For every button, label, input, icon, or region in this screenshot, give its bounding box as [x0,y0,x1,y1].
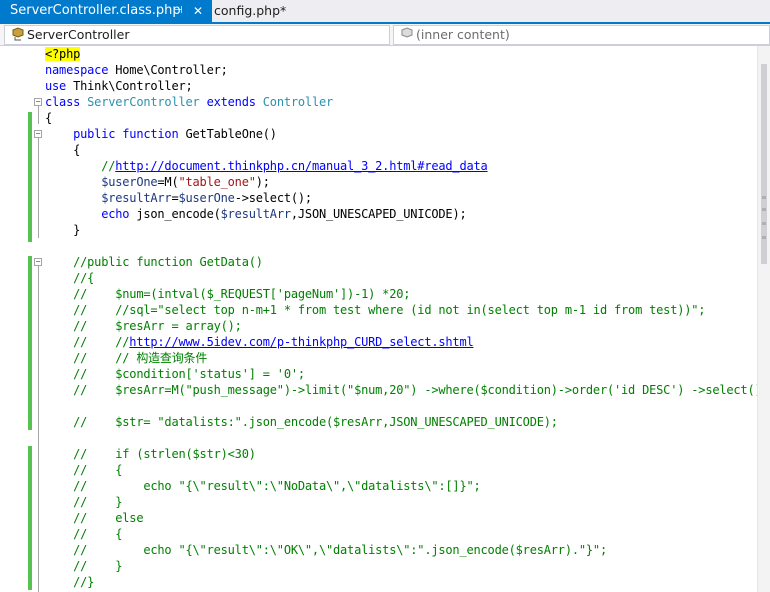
close-icon[interactable]: ✕ [193,0,203,22]
fold-guide [38,106,39,124]
code-line: public function GetTableOne() [45,127,277,141]
code-editor[interactable]: − − − <?php namespace Home\Controller; u… [0,46,770,592]
code-line: // $str= "datalists:".json_encode($resAr… [45,415,558,429]
change-indicator [28,446,32,590]
code-line: // { [45,527,123,541]
code-line: // } [45,559,123,573]
code-line: //} [45,575,95,589]
code-line: <?php [45,47,81,61]
doc-link[interactable]: http://document.thinkphp.cn/manual_3_2.h… [115,159,488,173]
collapse-toggle[interactable]: − [34,258,42,266]
scrollbar-thumb[interactable] [761,64,767,264]
tab-config[interactable]: config.php* [212,0,288,22]
document-tab-strip: ServerController.class.php ⊣ ✕ config.ph… [0,0,770,22]
code-line: use Think\Controller; [45,79,193,93]
code-line: //public function GetData() [45,255,263,269]
code-line: // $resArr=M("push_message")->limit("$nu… [45,383,769,397]
code-line: // echo "{\"result\":\"OK\",\"datalists\… [45,543,607,557]
change-indicator [28,112,32,242]
code-line: { [45,111,53,125]
code-line: namespace Home\Controller; [45,63,228,77]
change-indicator [28,416,32,430]
code-line: //http://document.thinkphp.cn/manual_3_2… [45,159,488,173]
vertical-scrollbar[interactable] [757,46,770,592]
navigation-bar: ServerController (inner content) [0,24,770,46]
code-line: // { [45,463,123,477]
code-line: $userOne=M("table_one"); [45,175,270,189]
code-line: // $num=(intval($_REQUEST['pageNum'])-1)… [45,287,411,301]
code-line: // // 构造查询条件 [45,351,208,365]
code-line: $resultArr=$userOne->select(); [45,191,312,205]
change-indicator [28,256,32,418]
code-line: // echo "{\"result\":\"NoData\",\"datali… [45,479,481,493]
code-line: class ServerController extends Controlle… [45,95,334,109]
code-line: // else [45,511,144,525]
doc-link[interactable]: http://www.5idev.com/p-thinkphp_CURD_sel… [129,335,473,349]
code-line: { [45,143,81,157]
scroll-marker [762,208,766,211]
code-line: // //http://www.5idev.com/p-thinkphp_CUR… [45,335,474,349]
scroll-marker [762,196,766,199]
class-icon [11,27,25,41]
type-dropdown[interactable]: ServerController [4,25,390,45]
code-line: //{ [45,271,95,285]
code-line: // $condition['status'] = '0'; [45,367,305,381]
code-line: // $resArr = array(); [45,319,242,333]
code-line: // //sql="select top n-m+1 * from test w… [45,303,706,317]
collapse-toggle[interactable]: − [34,130,42,138]
code-line: // if (strlen($str)<30) [45,447,256,461]
tab-label: ServerController.class.php [10,3,181,18]
member-icon [400,27,414,41]
pin-icon[interactable]: ⊣ [174,0,183,22]
collapse-toggle[interactable]: − [34,98,42,106]
tab-label: config.php* [214,3,287,18]
fold-guide [38,138,39,238]
type-dropdown-value: ServerController [27,27,130,42]
scroll-marker [762,222,766,225]
tab-servercontroller[interactable]: ServerController.class.php ⊣ ✕ [0,0,212,22]
code-line: // } [45,495,123,509]
code-line: echo json_encode($resultArr,JSON_UNESCAP… [45,207,467,221]
member-dropdown[interactable]: (inner content) [393,25,770,45]
code-line: } [45,223,81,237]
scroll-marker [762,236,766,239]
fold-guide [38,266,39,592]
member-dropdown-value: (inner content) [416,27,510,42]
